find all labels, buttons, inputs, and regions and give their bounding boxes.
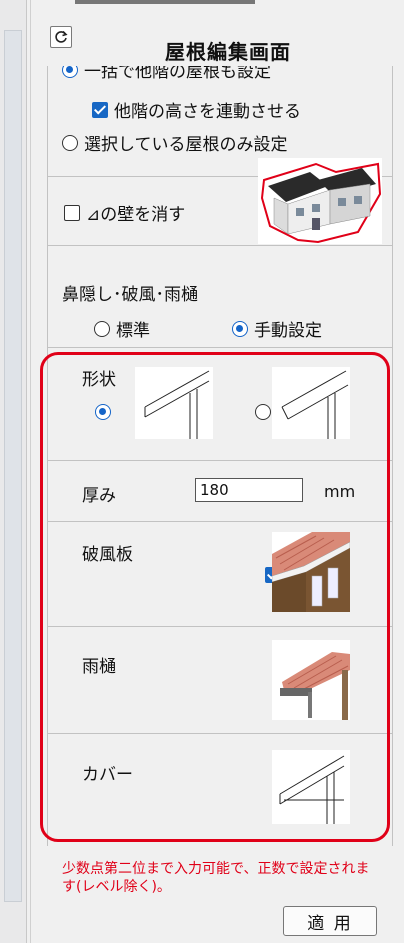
standard-radio[interactable] [94, 320, 110, 337]
left-pane [0, 0, 27, 943]
all-floors-radio[interactable] [62, 66, 78, 78]
all-floors-label: 一括で他階の屋根も設定 [84, 66, 271, 80]
left-scrollbar[interactable] [4, 30, 22, 902]
link-heights-label: 他階の高さを連動させる [114, 102, 301, 122]
manual-row[interactable]: 手動設定 [232, 316, 322, 341]
standard-row[interactable]: 標準 [94, 316, 150, 341]
top-tab-indicator [75, 0, 255, 4]
link-heights-row[interactable]: 他階の高さを連動させる [92, 97, 301, 122]
selected-only-row[interactable]: 選択している屋根のみ設定 [62, 130, 288, 155]
input-note: 少数点第二位まで入力可能で、正数で設定されます(レベル除く)。 [62, 861, 370, 895]
cover-image [272, 750, 350, 824]
shape-label: 形状 [82, 370, 116, 390]
standard-label: 標準 [116, 321, 150, 341]
pane-divider[interactable] [30, 0, 31, 943]
barge-board-label: 破風板 [82, 545, 133, 565]
shape-perpendicular-image [272, 367, 350, 439]
selected-only-label: 選択している屋根のみ設定 [84, 135, 288, 155]
trim-heading: 鼻隠し･破風･雨樋 [62, 285, 198, 305]
hide-wall-label: ⊿の壁を消す [86, 205, 186, 225]
refresh-icon [55, 30, 68, 43]
shape-vertical-image [135, 367, 213, 439]
shape-option-1-radio[interactable] [95, 404, 111, 420]
thickness-unit: mm [324, 482, 356, 501]
cover-label: カバー [82, 765, 133, 785]
gutter-image [272, 640, 350, 720]
thickness-input[interactable]: 180 [195, 478, 303, 502]
refresh-button[interactable] [50, 26, 72, 48]
apply-button[interactable]: 適 用 [283, 906, 377, 936]
manual-radio[interactable] [232, 320, 248, 337]
selected-only-radio[interactable] [62, 134, 78, 151]
scrolled-option-row: 一括で他階の屋根も設定 [48, 66, 392, 80]
hide-wall-checkbox[interactable] [64, 204, 80, 221]
house-preview-image [258, 158, 382, 244]
manual-label: 手動設定 [254, 321, 322, 341]
hide-wall-row[interactable]: ⊿の壁を消す [64, 200, 185, 225]
page-title: 屋根編集画面 [165, 40, 291, 64]
thickness-label: 厚み [82, 486, 116, 506]
gutter-label: 雨樋 [82, 657, 116, 677]
link-heights-checkbox[interactable] [92, 101, 108, 118]
barge-board-image [271, 532, 351, 612]
